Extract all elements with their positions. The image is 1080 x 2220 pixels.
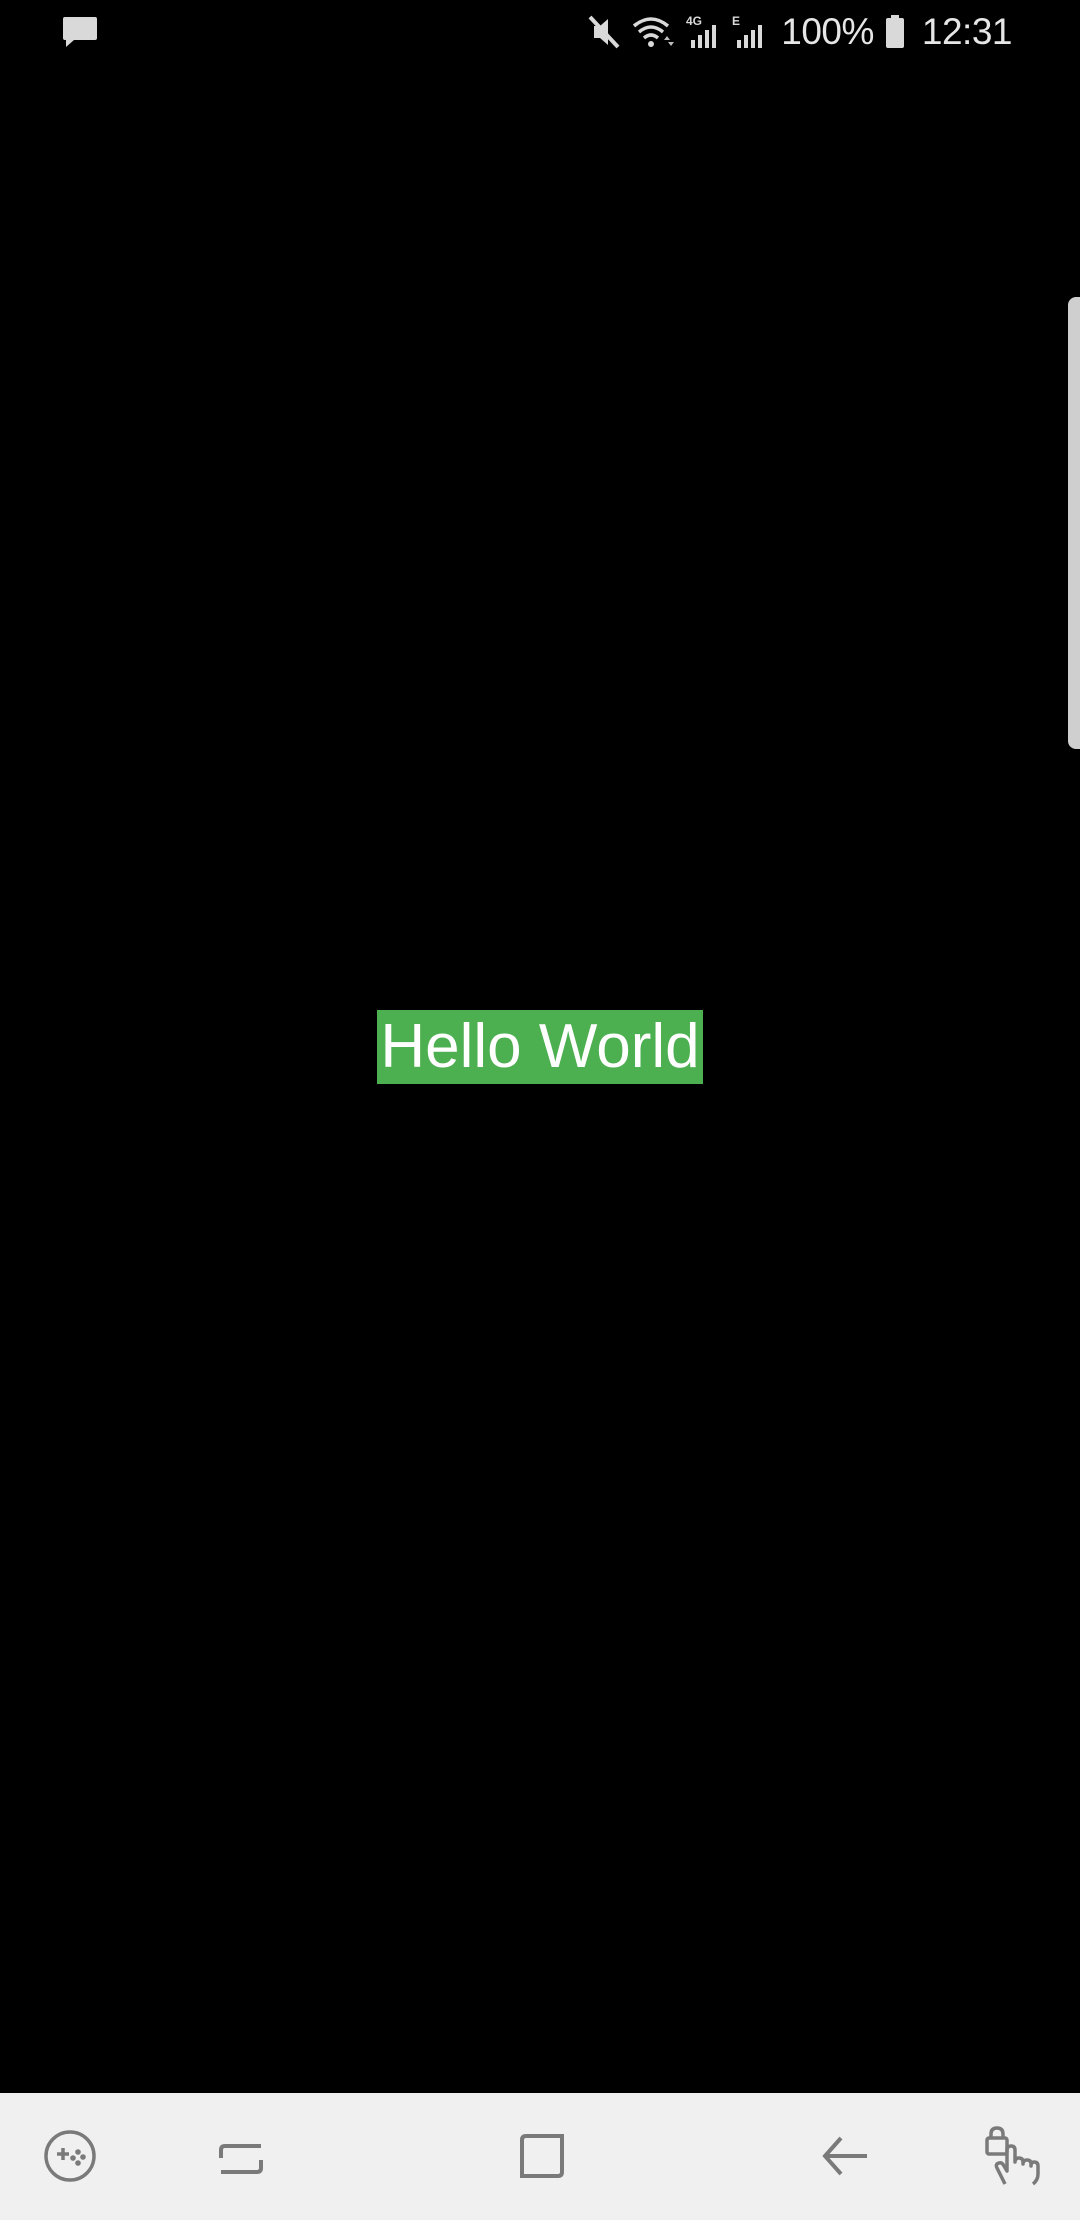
wifi-icon	[631, 14, 675, 50]
hello-world-text: Hello World	[377, 1010, 703, 1084]
back-icon	[821, 2132, 869, 2180]
battery-percent: 100%	[781, 11, 874, 52]
network-label-e: E	[732, 14, 740, 28]
back-button[interactable]	[810, 2121, 880, 2191]
mute-icon	[587, 14, 621, 50]
home-button[interactable]	[507, 2121, 577, 2191]
touch-lock-icon	[981, 2126, 1041, 2186]
status-left	[62, 16, 98, 53]
message-icon	[62, 17, 98, 52]
signal-e-icon: E	[731, 14, 767, 50]
status-right: 4G E 100% 12:31	[587, 10, 1013, 54]
recents-button[interactable]	[206, 2121, 276, 2191]
screen: 4G E 100% 12:31 Hello World	[0, 0, 1080, 2220]
network-label-4g: 4G	[686, 14, 702, 28]
recents-icon	[217, 2132, 265, 2180]
status-bar: 4G E 100% 12:31	[0, 0, 1080, 64]
navigation-bar	[0, 2093, 1080, 2220]
signal-4g-icon: 4G	[685, 14, 721, 50]
edge-panel-handle[interactable]	[1068, 297, 1080, 749]
home-icon	[518, 2132, 566, 2180]
status-clock: 12:31	[921, 11, 1013, 52]
battery-icon	[884, 14, 906, 50]
touch-lock-button[interactable]	[976, 2121, 1046, 2191]
gamepad-icon	[42, 2128, 98, 2184]
game-tools-button[interactable]	[35, 2121, 105, 2191]
